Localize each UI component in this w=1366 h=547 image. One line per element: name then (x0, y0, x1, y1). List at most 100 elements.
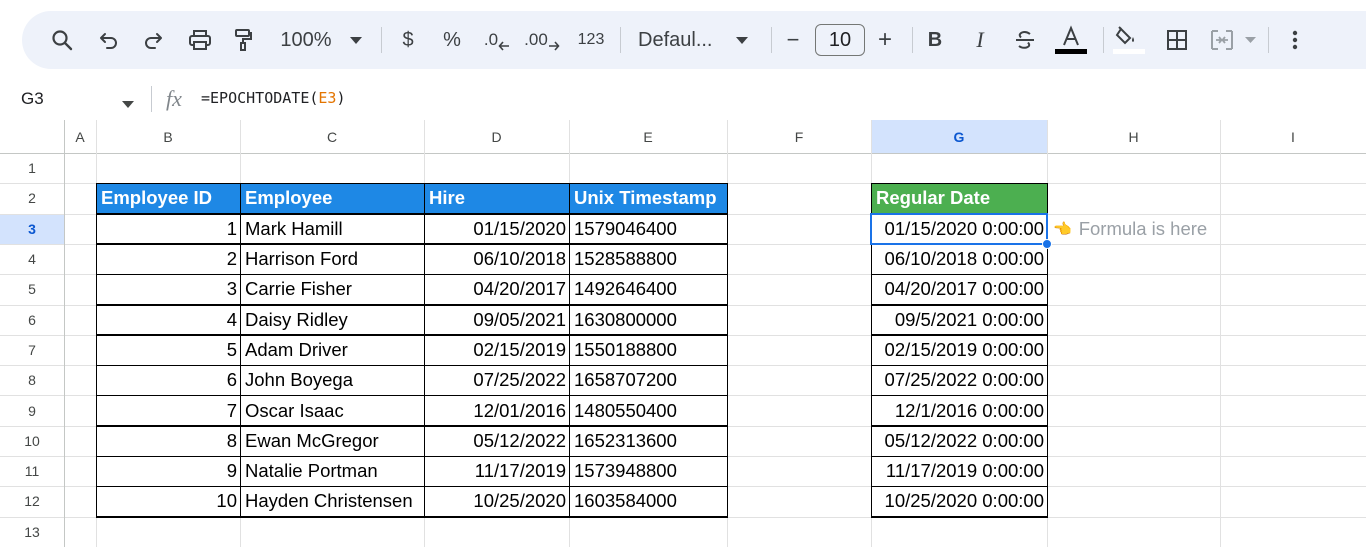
print-icon[interactable] (182, 11, 218, 69)
percent-format-button[interactable]: % (440, 11, 464, 69)
table-cell[interactable]: Ewan McGregor (240, 426, 424, 456)
currency-format-button[interactable]: $ (396, 11, 420, 69)
table-cell[interactable]: 5 (96, 335, 240, 365)
increase-decimals-button[interactable]: .00 (522, 11, 562, 69)
more-options-icon[interactable] (1282, 11, 1308, 69)
italic-button[interactable]: I (967, 11, 993, 69)
table-cell[interactable]: 10/25/2020 (424, 486, 569, 516)
font-dropdown-icon[interactable] (732, 11, 752, 69)
row-header-11[interactable]: 11 (0, 456, 64, 486)
result-header-cell[interactable]: Regular Date (871, 183, 1047, 214)
table-cell[interactable]: 04/20/2017 (424, 274, 569, 304)
font-size-input[interactable]: 10 (815, 24, 865, 56)
row-header-12[interactable]: 12 (0, 486, 64, 516)
table-cell[interactable]: 05/12/2022 (424, 426, 569, 456)
table-cell[interactable]: Daisy Ridley (240, 305, 424, 335)
row-header-10[interactable]: 10 (0, 426, 64, 456)
table-cell[interactable]: 1492646400 (569, 274, 727, 304)
strikethrough-icon[interactable] (1010, 11, 1040, 69)
borders-icon[interactable] (1160, 11, 1194, 69)
spreadsheet-grid[interactable]: A B C D E F G H I 1 2 3 4 5 6 7 8 9 10 11 12 13 Employee ID Emp… (0, 120, 1366, 547)
table-header-cell[interactable]: Unix Timestamp (569, 183, 727, 214)
paint-format-icon[interactable] (226, 11, 260, 69)
formula-input[interactable]: =EPOCHTODATE(E3) (201, 89, 346, 107)
table-cell[interactable]: 1579046400 (569, 214, 727, 244)
search-menus-icon[interactable] (44, 11, 80, 69)
table-cell[interactable]: 1652313600 (569, 426, 727, 456)
table-cell[interactable]: 02/15/2019 (424, 335, 569, 365)
table-cell[interactable]: 4 (96, 305, 240, 335)
row-header-1[interactable]: 1 (0, 153, 64, 183)
name-box[interactable]: G3 (21, 89, 44, 109)
table-cell[interactable]: 2 (96, 244, 240, 274)
decrease-font-size-button[interactable]: − (780, 11, 806, 69)
fill-color-icon[interactable] (1110, 11, 1148, 69)
column-header-a[interactable]: A (64, 120, 96, 153)
table-cell[interactable]: 6 (96, 365, 240, 395)
table-cell[interactable]: Oscar Isaac (240, 395, 424, 425)
result-cell[interactable]: 05/12/2022 0:00:00 (871, 426, 1047, 456)
table-header-cell[interactable]: Employee (240, 183, 424, 214)
merge-dropdown-icon[interactable] (1242, 11, 1258, 69)
table-cell[interactable]: 12/01/2016 (424, 395, 569, 425)
bold-button[interactable]: B (922, 11, 948, 69)
table-cell[interactable]: 9 (96, 456, 240, 486)
table-header-cell[interactable]: Hire (424, 183, 569, 214)
column-header-i[interactable]: I (1220, 120, 1366, 153)
table-cell[interactable]: Adam Driver (240, 335, 424, 365)
row-header-7[interactable]: 7 (0, 335, 64, 365)
table-cell[interactable]: 01/15/2020 (424, 214, 569, 244)
result-cell[interactable]: 02/15/2019 0:00:00 (871, 335, 1047, 365)
table-cell[interactable]: 3 (96, 274, 240, 304)
table-cell[interactable]: 1658707200 (569, 365, 727, 395)
column-header-h[interactable]: H (1047, 120, 1220, 153)
result-cell[interactable]: 06/10/2018 0:00:00 (871, 244, 1047, 274)
table-cell[interactable]: Mark Hamill (240, 214, 424, 244)
row-header-5[interactable]: 5 (0, 274, 64, 304)
column-header-c[interactable]: C (240, 120, 424, 153)
column-header-g[interactable]: G (871, 120, 1047, 153)
zoom-dropdown-icon[interactable] (346, 11, 366, 69)
row-header-3[interactable]: 3 (0, 213, 64, 244)
more-formats-button[interactable]: 123 (574, 11, 608, 69)
merge-cells-icon[interactable] (1206, 11, 1238, 69)
increase-font-size-button[interactable]: + (872, 11, 898, 69)
fill-handle[interactable] (1042, 238, 1052, 249)
column-header-e[interactable]: E (569, 120, 727, 153)
row-header-2[interactable]: 2 (0, 183, 64, 213)
row-header-6[interactable]: 6 (0, 305, 64, 335)
table-cell[interactable]: 07/25/2022 (424, 365, 569, 395)
result-cell[interactable]: 12/1/2016 0:00:00 (871, 395, 1047, 425)
column-header-d[interactable]: D (424, 120, 569, 153)
table-cell[interactable]: 09/05/2021 (424, 305, 569, 335)
undo-icon[interactable] (92, 11, 126, 69)
table-cell[interactable]: 8 (96, 426, 240, 456)
row-header-9[interactable]: 9 (0, 395, 64, 425)
column-header-b[interactable]: B (96, 120, 240, 153)
decrease-decimals-button[interactable]: .0 (480, 11, 514, 69)
table-cell[interactable]: 11/17/2019 (424, 456, 569, 486)
table-header-cell[interactable]: Employee ID (96, 183, 240, 214)
table-cell[interactable]: 06/10/2018 (424, 244, 569, 274)
table-cell[interactable]: Natalie Portman (240, 456, 424, 486)
table-cell[interactable]: 1528588800 (569, 244, 727, 274)
zoom-select[interactable]: 100% (276, 11, 336, 69)
column-header-f[interactable]: F (727, 120, 871, 153)
result-cell[interactable]: 04/20/2017 0:00:00 (871, 274, 1047, 304)
result-cell[interactable]: 09/5/2021 0:00:00 (871, 305, 1047, 335)
name-box-dropdown-icon[interactable] (122, 95, 134, 113)
table-cell[interactable]: 1 (96, 214, 240, 244)
font-family-select[interactable]: Defaul... (638, 11, 720, 69)
table-cell[interactable]: 1630800000 (569, 305, 727, 335)
result-cell[interactable]: 07/25/2022 0:00:00 (871, 365, 1047, 395)
table-cell[interactable]: Harrison Ford (240, 244, 424, 274)
table-cell[interactable]: 1603584000 (569, 486, 727, 516)
table-cell[interactable]: Hayden Christensen (240, 486, 424, 516)
table-cell[interactable]: Carrie Fisher (240, 274, 424, 304)
row-header-4[interactable]: 4 (0, 244, 64, 274)
table-cell[interactable]: 1480550400 (569, 395, 727, 425)
table-cell[interactable]: John Boyega (240, 365, 424, 395)
text-color-icon[interactable] (1052, 11, 1090, 69)
table-cell[interactable]: 1550188800 (569, 335, 727, 365)
redo-icon[interactable] (136, 11, 170, 69)
